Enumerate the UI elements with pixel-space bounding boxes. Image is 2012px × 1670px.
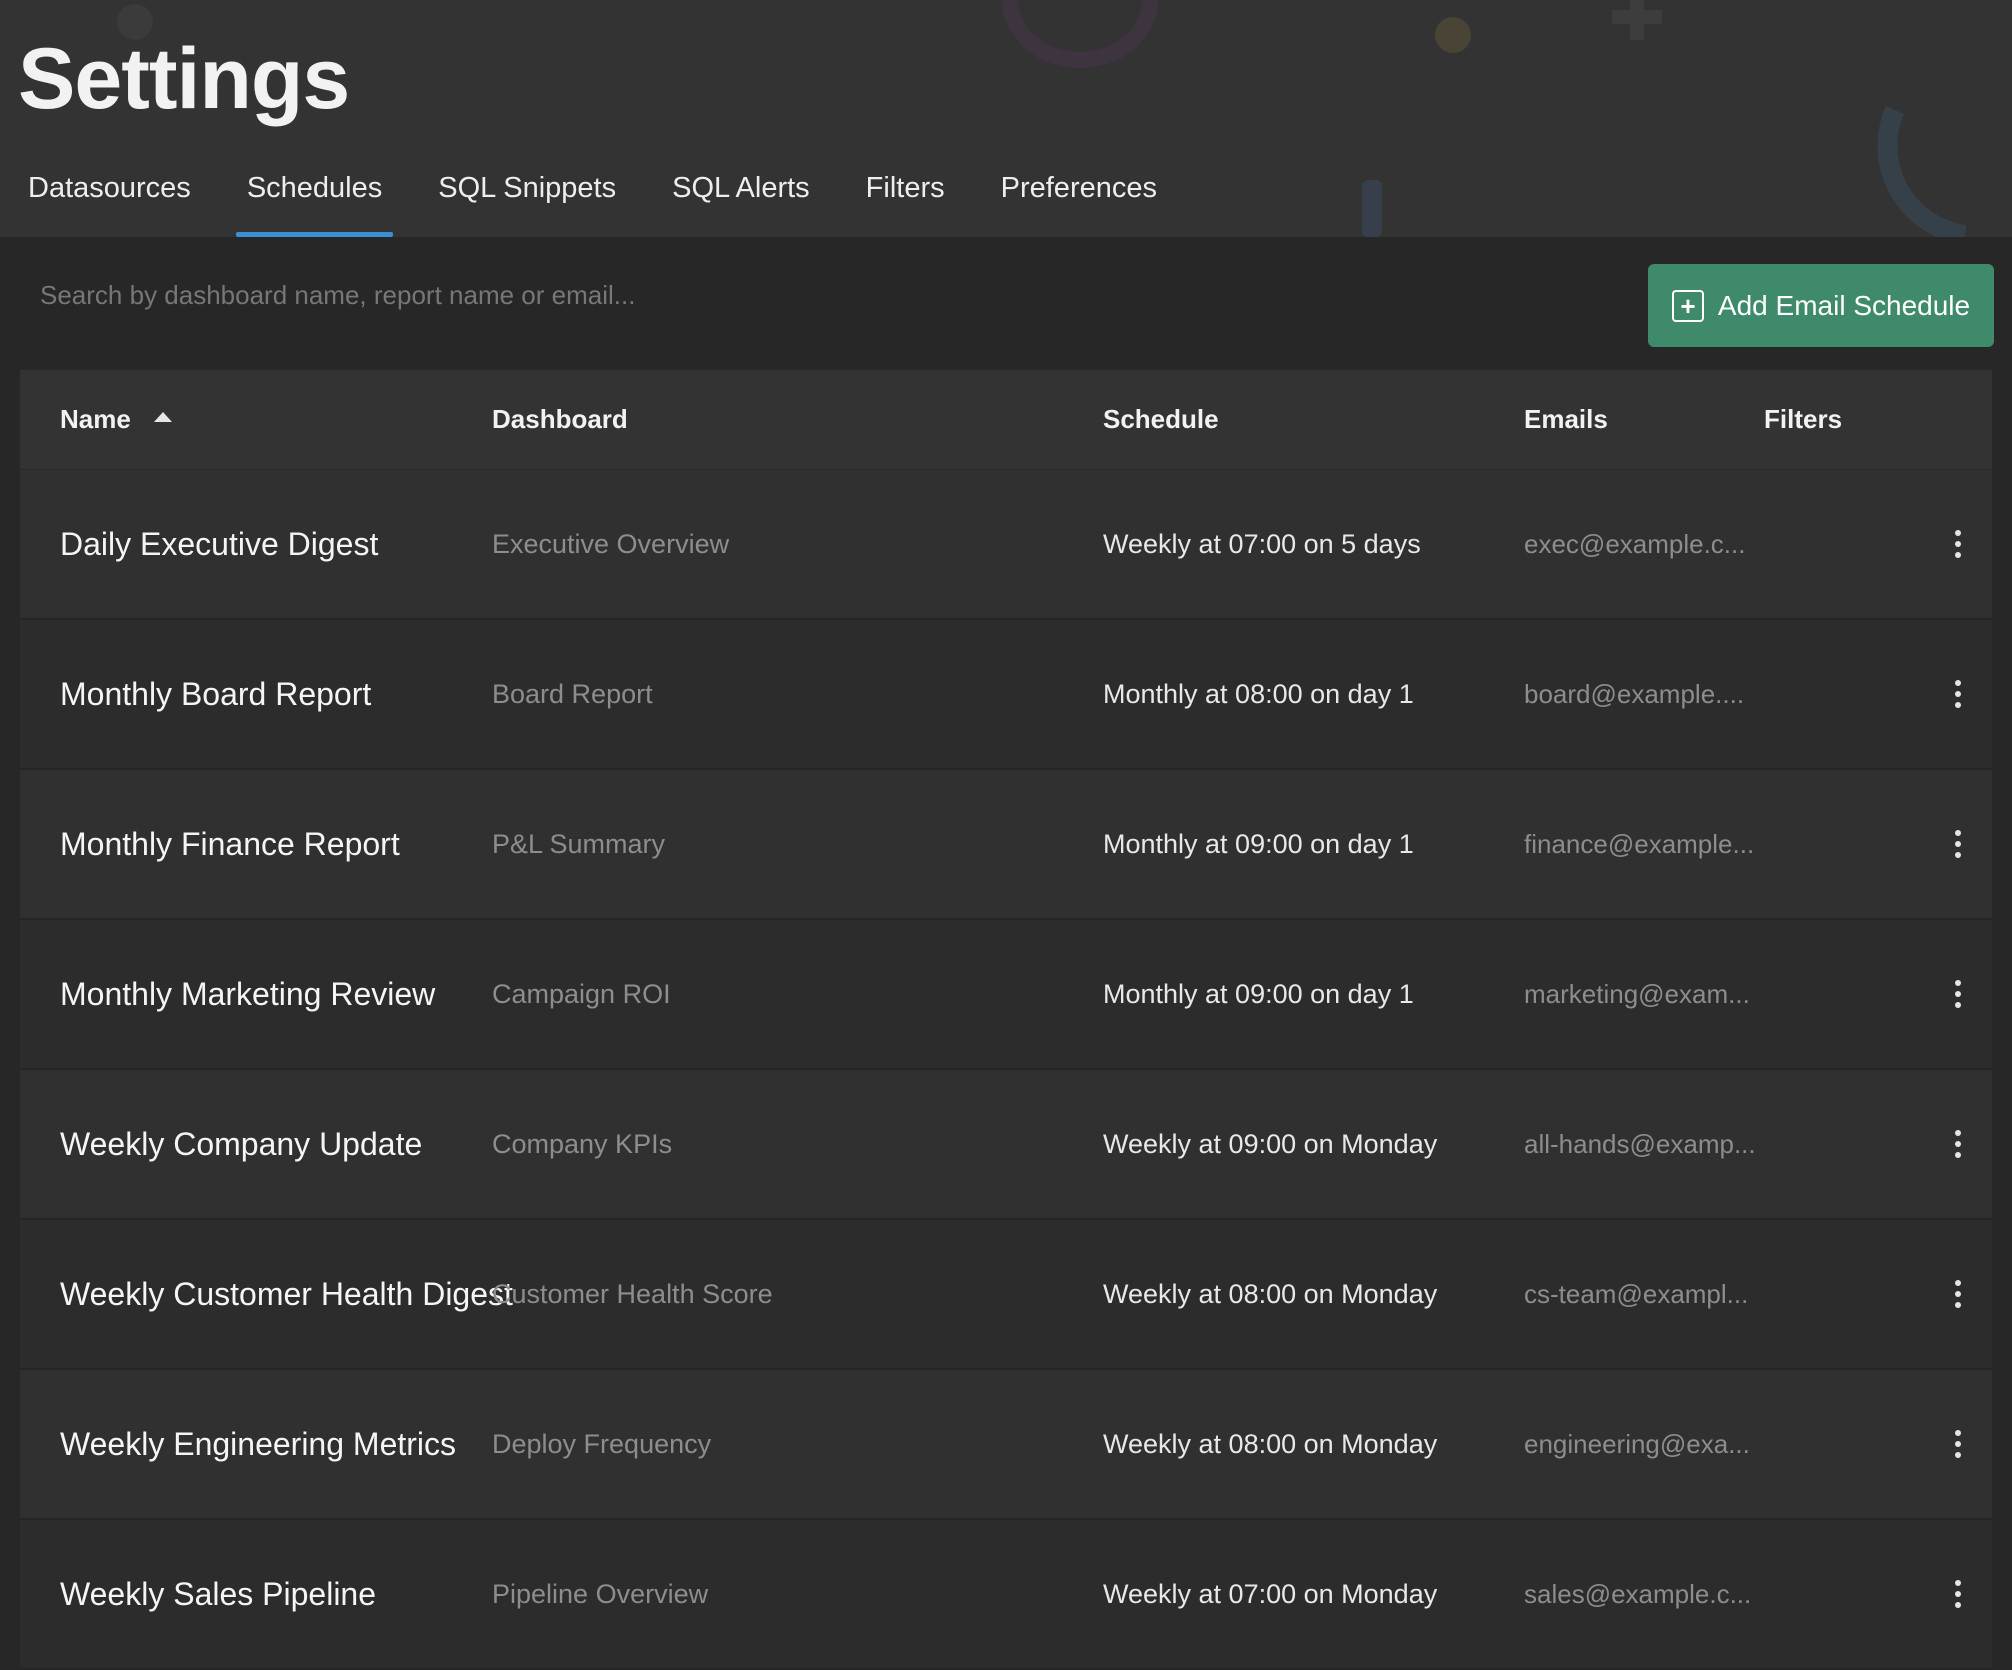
column-header-emails: Emails <box>1524 404 1608 434</box>
schedule-emails: cs-team@exampl... <box>1524 1278 1749 1309</box>
table-row[interactable]: Weekly Customer Health Digest Customer H… <box>20 1220 1992 1370</box>
table-row[interactable]: Weekly Sales Pipeline Pipeline Overview … <box>20 1520 1992 1670</box>
more-options-icon[interactable] <box>1943 1124 1973 1164</box>
table-header: Name Dashboard Schedule Emails Filters <box>20 370 1992 470</box>
search-input[interactable] <box>20 267 1620 323</box>
schedule-frequency: Weekly at 08:00 on Monday <box>1103 1428 1438 1459</box>
schedule-frequency: Weekly at 08:00 on Monday <box>1103 1278 1438 1309</box>
more-options-icon[interactable] <box>1943 524 1973 564</box>
tab-datasources[interactable]: Datasources <box>0 160 219 237</box>
schedule-name: Monthly Board Report <box>60 675 372 712</box>
table-row[interactable]: Weekly Company Update Company KPIs Weekl… <box>20 1070 1992 1220</box>
schedule-emails: engineering@exa... <box>1524 1428 1750 1459</box>
more-options-icon[interactable] <box>1943 1424 1973 1464</box>
table-row[interactable]: Weekly Engineering Metrics Deploy Freque… <box>20 1370 1992 1520</box>
schedule-frequency: Monthly at 08:00 on day 1 <box>1103 678 1414 709</box>
column-header-name-label: Name <box>60 404 131 434</box>
plus-square-icon: + <box>1671 289 1704 322</box>
schedule-dashboard: Executive Overview <box>492 528 730 559</box>
table-row[interactable]: Monthly Board Report Board Report Monthl… <box>20 620 1992 770</box>
schedule-name: Weekly Sales Pipeline <box>60 1575 377 1612</box>
settings-tabs: Datasources Schedules SQL Snippets SQL A… <box>0 160 1185 237</box>
schedule-emails: exec@example.c... <box>1524 528 1746 559</box>
schedule-name: Monthly Marketing Review <box>60 975 436 1012</box>
more-options-icon[interactable] <box>1943 674 1973 714</box>
schedule-emails: finance@example... <box>1524 828 1755 859</box>
sort-ascending-icon <box>154 412 173 422</box>
more-options-icon[interactable] <box>1943 974 1973 1014</box>
schedule-dashboard: Campaign ROI <box>492 978 671 1009</box>
page-title: Settings <box>18 31 350 127</box>
schedule-dashboard: Board Report <box>492 678 653 709</box>
column-header-dashboard: Dashboard <box>492 404 628 434</box>
column-header-name[interactable]: Name <box>20 404 492 435</box>
settings-header: Settings Datasources Schedules SQL Snipp… <box>0 0 2012 237</box>
schedule-dashboard: Company KPIs <box>492 1128 673 1159</box>
tab-preferences[interactable]: Preferences <box>973 160 1185 237</box>
column-header-filters: Filters <box>1764 404 1843 434</box>
tab-sql-snippets[interactable]: SQL Snippets <box>410 160 644 237</box>
tab-sql-alerts[interactable]: SQL Alerts <box>644 160 838 237</box>
schedule-frequency: Weekly at 07:00 on 5 days <box>1103 528 1421 559</box>
schedules-table: Name Dashboard Schedule Emails Filters D… <box>20 370 1992 1670</box>
column-header-schedule: Schedule <box>1103 404 1219 434</box>
schedule-dashboard: Deploy Frequency <box>492 1428 712 1459</box>
schedule-frequency: Weekly at 07:00 on Monday <box>1103 1578 1438 1609</box>
tab-schedules[interactable]: Schedules <box>219 160 410 237</box>
table-row[interactable]: Daily Executive Digest Executive Overvie… <box>20 470 1992 620</box>
add-email-schedule-button[interactable]: + Add Email Schedule <box>1648 264 1994 347</box>
table-row[interactable]: Monthly Finance Report P&L Summary Month… <box>20 770 1992 920</box>
schedule-name: Weekly Customer Health Digest <box>60 1275 513 1312</box>
tab-filters[interactable]: Filters <box>838 160 973 237</box>
more-options-icon[interactable] <box>1943 1574 1973 1614</box>
schedule-frequency: Monthly at 09:00 on day 1 <box>1103 978 1414 1009</box>
schedule-emails: board@example.... <box>1524 678 1745 709</box>
schedule-emails: sales@example.c... <box>1524 1578 1752 1609</box>
schedule-frequency: Monthly at 09:00 on day 1 <box>1103 828 1414 859</box>
schedule-dashboard: P&L Summary <box>492 828 666 859</box>
table-body: Daily Executive Digest Executive Overvie… <box>20 470 1992 1670</box>
add-email-schedule-label: Add Email Schedule <box>1717 289 1971 321</box>
schedule-emails: marketing@exam... <box>1524 978 1750 1009</box>
table-row[interactable]: Monthly Marketing Review Campaign ROI Mo… <box>20 920 1992 1070</box>
more-options-icon[interactable] <box>1943 1274 1973 1314</box>
schedule-name: Monthly Finance Report <box>60 825 400 862</box>
schedule-name: Weekly Company Update <box>60 1125 423 1162</box>
schedule-frequency: Weekly at 09:00 on Monday <box>1103 1128 1438 1159</box>
schedules-toolbar: + Add Email Schedule <box>0 237 2012 370</box>
schedule-dashboard: Customer Health Score <box>492 1278 773 1309</box>
more-options-icon[interactable] <box>1943 824 1973 864</box>
schedule-name: Weekly Engineering Metrics <box>60 1425 457 1462</box>
schedule-name: Daily Executive Digest <box>60 525 379 562</box>
schedule-emails: all-hands@examp... <box>1524 1128 1756 1159</box>
schedule-dashboard: Pipeline Overview <box>492 1578 709 1609</box>
